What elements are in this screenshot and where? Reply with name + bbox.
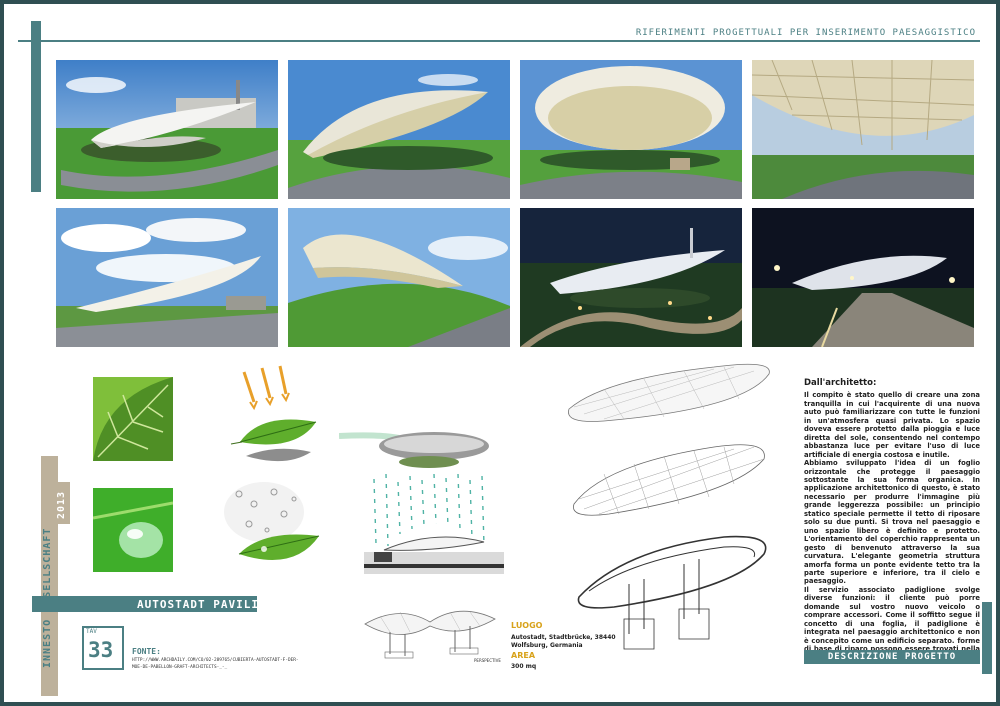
tav-label: TAV [86, 628, 97, 635]
description-paragraph-1: Il compito è stato quello di creare una … [804, 391, 980, 459]
luogo-label: LUOGO [511, 621, 543, 630]
luogo-value-line1: Autostadt, Stadtbrücke, 38440 [511, 634, 616, 641]
area-label: AREA [511, 651, 536, 660]
canopy-shade-section [338, 414, 499, 474]
luogo-value-line2: Wolfsburg, Germania [511, 642, 583, 649]
year-label: 2013 [56, 490, 67, 519]
right-accent-bar [982, 602, 992, 674]
perspective-label: PERSPECTIVE [474, 658, 501, 663]
header-accent-bar [31, 21, 41, 192]
leaf-rain-diagram [219, 474, 329, 574]
photo-cloudy-sky-view [56, 208, 278, 347]
tav-number: 33 [88, 638, 114, 662]
canopy-rain-section [364, 473, 504, 584]
fonte-label: FONTE: [132, 647, 161, 656]
description-footer-label: DESCRIZIONE PROGETTO [804, 650, 980, 664]
perspective-drawing [360, 604, 500, 674]
photo-day-canopy-view [520, 60, 742, 199]
board-title: RIFERIMENTI PROGETTUALI PER INSERIMENTO … [635, 28, 976, 38]
leaf-sun-diagram [226, 364, 326, 474]
leaf-droplet-photo [93, 488, 173, 572]
area-value: 300 mq [511, 663, 537, 670]
leaf-veins-photo [93, 377, 173, 461]
description-heading: Dall'architetto: [804, 378, 877, 388]
photo-lawn-closeup [288, 208, 510, 347]
header-rule [18, 40, 980, 42]
photo-underside-closeup [752, 60, 974, 199]
fonte-url-line1[interactable]: HTTP://WWW.ARCHDAILY.COM/CO/02-289765/CU… [132, 658, 299, 663]
photo-day-side-view [56, 60, 278, 199]
photo-day-front-view [288, 60, 510, 199]
description-block: Dall'architetto: Il compito è stato quel… [804, 379, 980, 662]
fonte-url-line2[interactable]: MOE-DE-PABELLON-GRAFT-ARCHITECTS-_-_ [132, 665, 227, 670]
photo-night-aerial [520, 208, 742, 347]
description-paragraph-2: Abbiamo sviluppato l'idea di un foglio o… [804, 459, 980, 586]
presentation-board: RIFERIMENTI PROGETTUALI PER INSERIMENTO … [4, 4, 996, 702]
structure-exploded-drawing [564, 359, 774, 659]
project-name: AUTOSTADT PAVILION [137, 598, 275, 611]
photo-night-walkway [752, 208, 974, 347]
